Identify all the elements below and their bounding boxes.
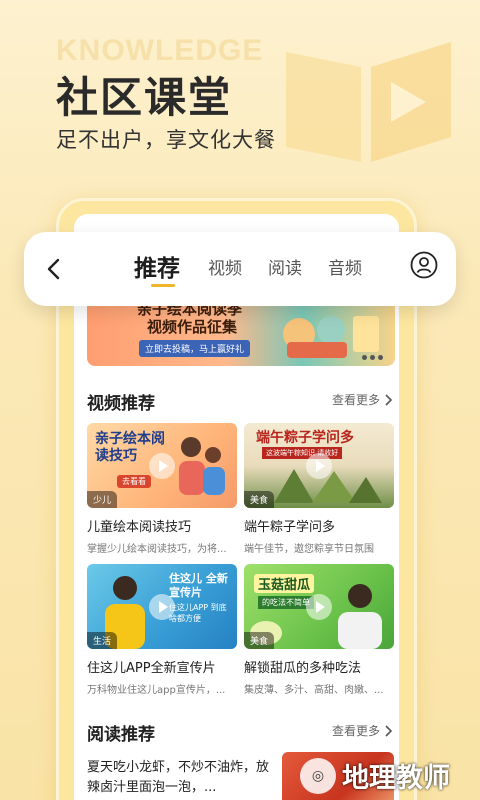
thumbnail-subcaption: 住这儿APP 到底啥都方便 xyxy=(169,603,227,623)
category-tag: 美食 xyxy=(244,491,275,508)
page-subtitle: 足不出户，享文化大餐 xyxy=(56,128,276,152)
banner-submit-button[interactable]: 立即去投稿，马上赢好礼 xyxy=(139,340,251,357)
reading-article-title[interactable]: 夏天吃小龙虾，不炒不油炸，放辣卤汁里面泡一泡，... xyxy=(87,758,272,798)
video-title: 端午粽子学问多 xyxy=(244,520,336,535)
reading-section-title: 阅读推荐 xyxy=(87,725,155,745)
play-icon[interactable] xyxy=(149,453,175,479)
play-icon[interactable] xyxy=(306,594,332,620)
video-more-link[interactable]: 查看更多 xyxy=(332,391,393,408)
user-profile-icon[interactable] xyxy=(410,251,438,279)
category-tag: 少儿 xyxy=(87,491,118,508)
reading-more-label: 查看更多 xyxy=(332,724,381,738)
chevron-right-icon xyxy=(385,724,393,737)
tab-reading[interactable]: 阅读 xyxy=(268,254,302,279)
watermark-logo-icon: ◎ xyxy=(300,757,336,794)
video-description: 掌握少儿绘本阅读技巧，为将... xyxy=(87,544,227,555)
video-description: 万科物业住这儿app宣传片，... xyxy=(87,685,226,696)
thumbnail-caption: 端午粽子学问多 xyxy=(256,430,354,446)
category-tag: 美食 xyxy=(244,632,275,649)
page-title: 社区课堂 xyxy=(56,73,233,122)
thumbnail-caption: 住这儿 全新宣传片 xyxy=(169,572,228,599)
book-play-icon xyxy=(286,42,451,162)
video-card[interactable]: 端午粽子学问多 这波端午粽知识 请收好 美食 端午粽子学问多 端午佳节，遨您粽享… xyxy=(244,423,394,555)
video-thumbnail[interactable]: 亲子绘本阅读技巧 去看看 少儿 xyxy=(87,423,237,508)
background-knowledge-word: KNOWLEDGE xyxy=(56,34,264,67)
video-title: 解锁甜瓜的多种吃法 xyxy=(244,661,362,676)
video-thumbnail[interactable]: 住这儿 全新宣传片 住这儿APP 到底啥都方便 生活 xyxy=(87,564,237,649)
tab-recommend[interactable]: 推荐 xyxy=(134,249,180,283)
video-card[interactable]: 住这儿 全新宣传片 住这儿APP 到底啥都方便 生活 住这儿APP全新宣传片 万… xyxy=(87,564,237,696)
category-tag: 生活 xyxy=(87,632,118,649)
video-section-title: 视频推荐 xyxy=(87,394,155,414)
thumbnail-subcaption: 这波端午粽知识 请收好 xyxy=(262,447,343,459)
video-card[interactable]: 玉菇甜瓜 的吃法不简单 美食 解锁甜瓜的多种吃法 集皮薄、多汁、高甜、肉嫩、..… xyxy=(244,564,394,696)
person-illustration xyxy=(338,584,382,649)
play-icon[interactable] xyxy=(306,453,332,479)
video-title: 住这儿APP全新宣传片 xyxy=(87,661,216,676)
reading-more-link[interactable]: 查看更多 xyxy=(332,722,393,739)
video-thumbnail[interactable]: 端午粽子学问多 这波端午粽知识 请收好 美食 xyxy=(244,423,394,508)
thumbnail-caption: 玉菇甜瓜 xyxy=(254,574,315,593)
video-more-label: 查看更多 xyxy=(332,393,381,407)
thumbnail-button: 去看看 xyxy=(117,475,151,488)
banner-line2: 视频作品征集 xyxy=(147,318,238,336)
tab-audio[interactable]: 音频 xyxy=(328,254,362,279)
banner-illustration xyxy=(283,316,379,358)
watermark-text: 地理教师 xyxy=(342,763,450,794)
promo-banner[interactable]: 亲子绘本阅读季 视频作品征集 立即去投稿，马上赢好礼 xyxy=(87,296,395,366)
play-icon[interactable] xyxy=(149,594,175,620)
video-description: 端午佳节，遨您粽享节日氛围 xyxy=(244,544,374,555)
video-thumbnail[interactable]: 玉菇甜瓜 的吃法不简单 美食 xyxy=(244,564,394,649)
tab-video[interactable]: 视频 xyxy=(208,254,242,279)
chevron-right-icon xyxy=(385,393,393,406)
video-title: 儿童绘本阅读技巧 xyxy=(87,520,192,535)
back-arrow-icon[interactable] xyxy=(42,254,66,284)
banner-pagination xyxy=(362,355,383,360)
parent-child-illustration xyxy=(179,437,225,495)
video-description: 集皮薄、多汁、高甜、肉嫩、... xyxy=(244,685,384,696)
watermark: ◎ 地理教师 xyxy=(300,756,450,795)
top-navigation-bar: 推荐 视频 阅读 音频 xyxy=(24,232,456,306)
video-card[interactable]: 亲子绘本阅读技巧 去看看 少儿 儿童绘本阅读技巧 掌握少儿绘本阅读技巧，为将..… xyxy=(87,423,237,555)
active-tab-indicator xyxy=(151,284,175,287)
